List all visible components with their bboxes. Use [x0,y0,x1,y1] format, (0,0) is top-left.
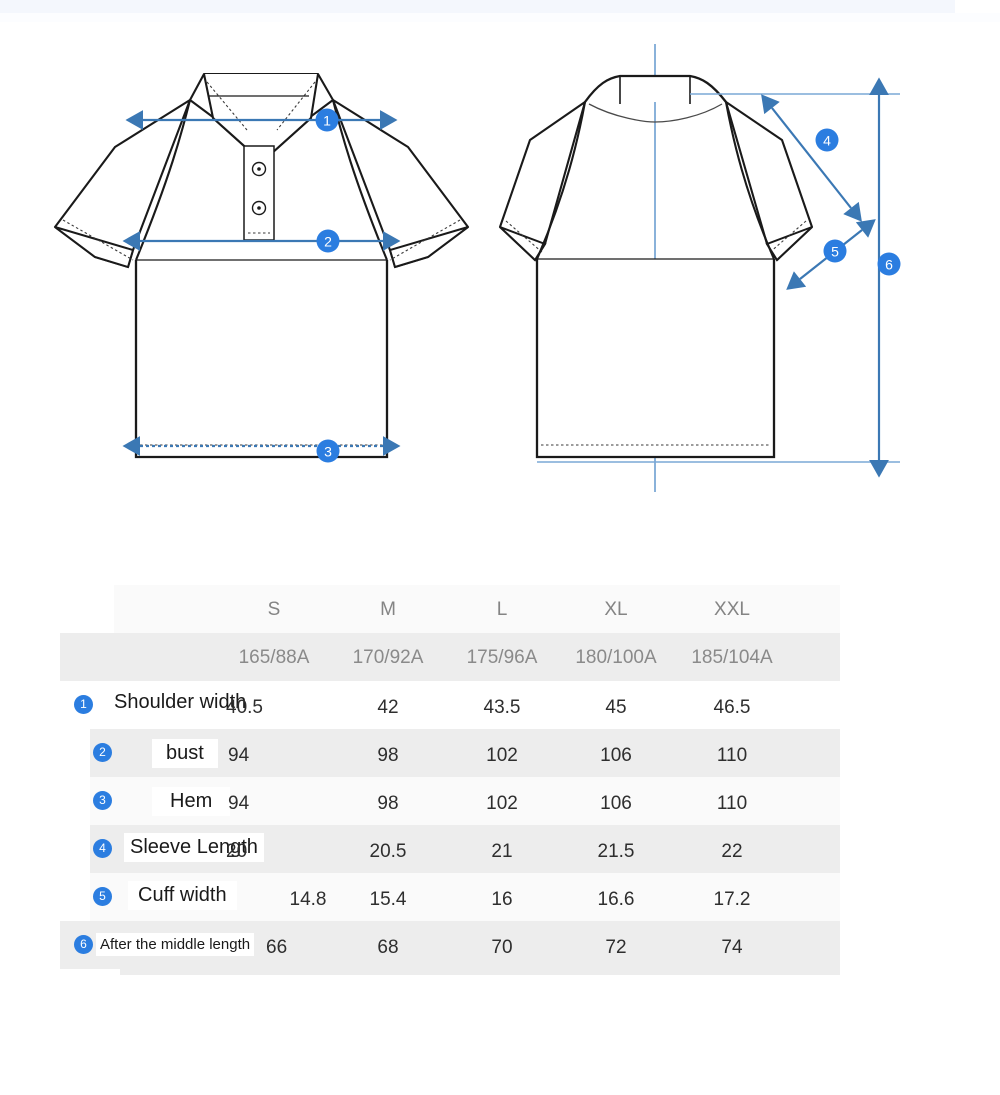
row-badge-1: 1 [74,695,93,714]
header-spec-l: 175/96A [466,647,538,668]
row-4-value-xxl: 22 [721,841,743,862]
row-3-value-m: 98 [377,793,399,814]
row-1-value-l: 43.5 [483,697,521,718]
top-background-fade [0,13,1000,22]
badge-1-label: 1 [323,113,331,129]
row-badge-3: 3 [93,791,112,810]
row-2-value-m: 98 [377,745,399,766]
row-1-value-xxl: 46.5 [713,697,751,718]
row-2-value-s: 94 [228,745,250,766]
header-size-xxl: XXL [714,599,750,620]
row-5-value-l: 16 [491,889,513,910]
row-4-value-xl: 21.5 [597,841,635,862]
table-row: 5 Cuff width 14.8 15.4 16 16.6 17.2 [60,873,840,921]
row-4-value-s: 20 [226,841,248,862]
row-6-value-m: 68 [377,937,399,958]
front-view-shirt [53,72,470,459]
row-3-value-xxl: 110 [716,793,748,814]
table-row: 2 bust 94 98 102 106 110 [60,729,840,777]
row-4-value-l: 21 [491,841,513,862]
row-1-value-m: 42 [377,697,399,718]
row-6-value-xxl: 74 [721,937,743,958]
badge-3-label: 3 [324,444,332,460]
row-4-value-m: 20.5 [369,841,407,862]
garment-diagram: 1 2 3 4 5 6 [0,22,1000,542]
header-spec-m: 170/92A [352,647,424,668]
row-6-value-xl: 72 [605,937,627,958]
row-2-value-xxl: 110 [716,745,748,766]
back-view-badges: 4 5 6 [815,128,901,276]
size-chart-table: S M L XL XXL 165/88A 170/92A 175/96A 180… [60,585,840,985]
table-header-specs: 165/88A 170/92A 175/96A 180/100A 185/104… [60,633,840,681]
badge-4-label: 4 [823,133,831,149]
row-1-value-s: 40.5 [226,697,263,718]
header-size-m: M [380,599,396,620]
row-2-value-l: 102 [486,745,518,766]
table-row: 3 Hem 94 98 102 106 110 [60,777,840,825]
row-badge-5: 5 [93,887,112,906]
top-background-band [0,0,955,13]
row-label-after-the-middle-length: After the middle length [96,933,255,956]
row-5-value-xxl: 17.2 [713,889,751,910]
row-label-cuff-width: Cuff width [128,881,237,910]
header-spec-xxl: 185/104A [691,647,773,668]
row-badge-2: 2 [93,743,112,762]
row-label-hem: Hem [152,787,231,816]
row-3-value-s: 94 [228,793,250,814]
header-size-xl: XL [604,599,628,620]
row-5-value-xl: 16.6 [597,889,635,910]
header-spec-s: 165/88A [238,647,310,668]
header-size-s: S [267,599,281,620]
back-view-shirt [498,44,900,492]
row-2-value-xl: 106 [600,745,632,766]
badge-6-label: 6 [885,257,893,273]
row-6-value-l: 70 [491,937,513,958]
badge-2-label: 2 [324,234,332,250]
header-spec-xl: 180/100A [575,647,657,668]
row-3-value-xl: 106 [600,793,632,814]
table-row: 4 Sleeve Length 20 20.5 21 21.5 22 [60,825,840,873]
row-3-value-l: 102 [486,793,518,814]
size-chart-page: 1 2 3 4 5 6 S M L XL XXL 165/88A 170/92A… [0,0,1000,1095]
table-row: 6 After the middle length 66 68 70 72 74 [60,921,840,975]
row-5-value-m: 15.4 [369,889,407,910]
table-header-sizes: S M L XL XXL [60,585,840,633]
badge-5-label: 5 [831,244,839,260]
row-badge-6: 6 [74,935,93,954]
table-row: 1 Shoulder width 40.5 42 43.5 45 46.5 [60,681,840,729]
row-badge-4: 4 [93,839,112,858]
header-size-l: L [496,599,508,620]
row-label-bust: bust [152,739,218,768]
row-1-value-xl: 45 [605,697,627,718]
